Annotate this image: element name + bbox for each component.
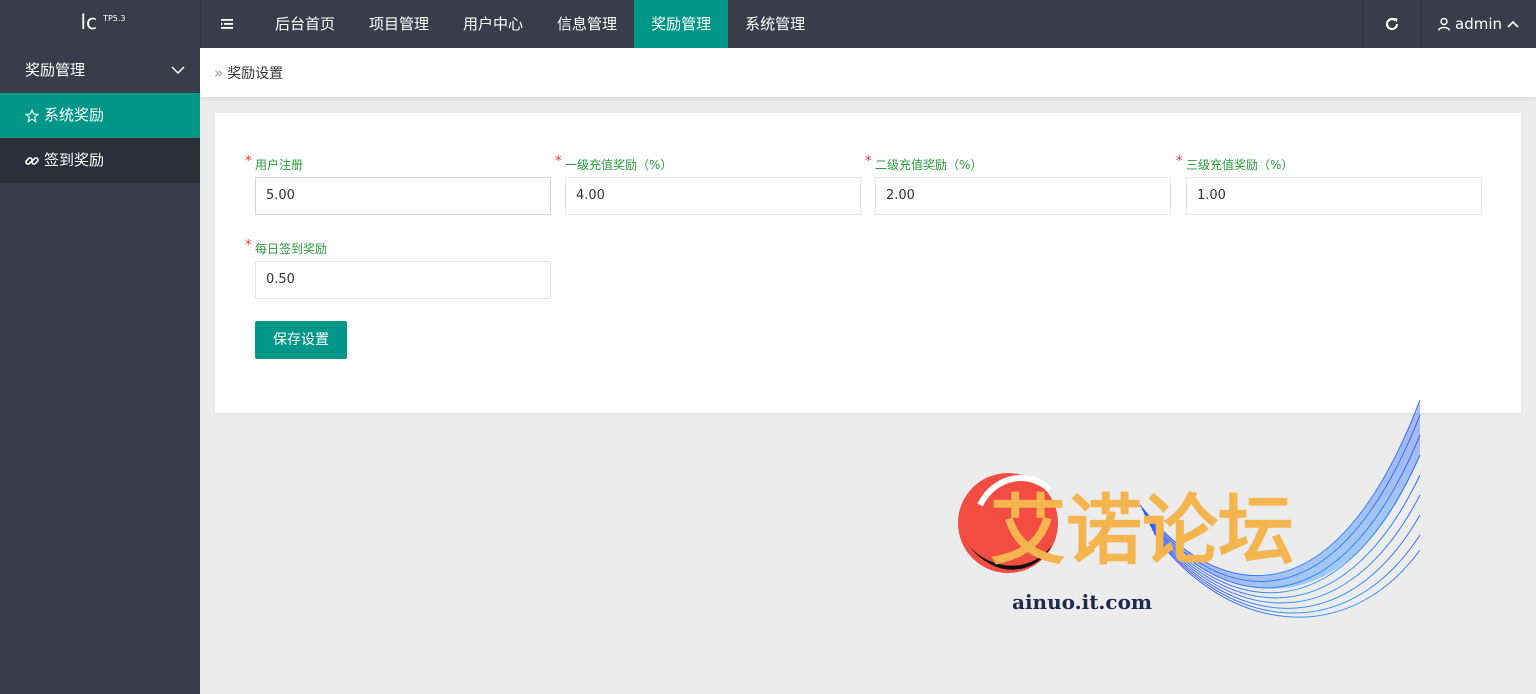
breadcrumb-current[interactable]: 奖励设置 [227,63,283,83]
field-level1-recharge: * 一级充值奖励（%） 4.00 [555,154,861,215]
nav-item-system[interactable]: 系统管理 [728,0,822,48]
nav-item-rewards[interactable]: 奖励管理 [634,0,729,48]
field-label: * 二级充值奖励（%） [865,154,983,172]
sidebar-item-system-reward[interactable]: 系统奖励 [0,93,200,138]
user-register-input[interactable]: 5.00 [255,177,551,215]
refresh-icon [1385,17,1399,31]
settings-card: * 用户注册 5.00 * 一级充值奖励（%） 4.00 * 二级充值奖励（%）… [215,113,1521,413]
field-label: * 每日签到奖励 [245,238,328,256]
watermark-url: ainuo.it.com [1012,590,1152,614]
level2-recharge-input[interactable]: 2.00 [875,177,1171,215]
top-header: lc TP5.3 后台首页 项目管理 用户中心 信息管理 奖励管理 系统管理 a… [0,0,1536,48]
required-mark: * [865,154,872,169]
nav-item-info[interactable]: 信息管理 [540,0,634,48]
required-mark: * [555,154,562,169]
watermark-title: 艾诺论坛 [990,486,1294,575]
chevron-up-icon [1507,20,1519,28]
field-user-register: * 用户注册 5.00 [245,154,551,215]
user-menu[interactable]: admin [1421,0,1536,48]
top-nav: 后台首页 项目管理 用户中心 信息管理 奖励管理 系统管理 [258,0,822,48]
logo-version: TP5.3 [103,14,126,23]
field-daily-signin: * 每日签到奖励 0.50 [245,238,551,299]
required-mark: * [1176,154,1183,169]
user-icon [1437,17,1451,31]
nav-item-users[interactable]: 用户中心 [446,0,540,48]
chevron-down-icon [171,66,185,75]
save-settings-button[interactable]: 保存设置 [255,321,347,359]
watermark-graphic: 艾诺论坛 ainuo.it.com [958,399,1421,618]
watermark: 艾诺论坛 ainuo.it.com [950,395,1430,655]
sidebar-item-label: 系统奖励 [44,106,105,124]
menu-toggle-icon [221,19,233,29]
sidebar: 奖励管理 系统奖励 签到奖励 [0,48,200,694]
user-name: admin [1455,15,1502,33]
sidebar-item-signin-reward[interactable]: 签到奖励 [0,138,200,183]
required-mark: * [245,238,252,253]
required-mark: * [245,154,252,169]
sidebar-group-label: 奖励管理 [25,61,86,79]
field-label: * 三级充值奖励（%） [1176,154,1294,172]
sidebar-item-label: 签到奖励 [44,151,105,169]
breadcrumb: » 奖励设置 [200,48,1536,98]
nav-item-projects[interactable]: 项目管理 [352,0,446,48]
star-icon [25,108,39,123]
nav-item-home[interactable]: 后台首页 [258,0,352,48]
field-level2-recharge: * 二级充值奖励（%） 2.00 [865,154,1171,215]
logo-text: lc [80,10,98,34]
logo[interactable]: lc TP5.3 [0,0,200,48]
link-icon [25,156,39,165]
field-level3-recharge: * 三级充值奖励（%） 1.00 [1176,154,1482,215]
level3-recharge-input[interactable]: 1.00 [1186,177,1482,215]
field-label: * 一级充值奖励（%） [555,154,673,172]
refresh-button[interactable] [1364,0,1420,48]
sidebar-group-rewards[interactable]: 奖励管理 [0,48,200,93]
menu-toggle-button[interactable] [200,0,256,48]
field-label: * 用户注册 [245,154,304,172]
level1-recharge-input[interactable]: 4.00 [565,177,861,215]
daily-signin-input[interactable]: 0.50 [255,261,551,299]
double-chevron-icon: » [214,63,224,82]
